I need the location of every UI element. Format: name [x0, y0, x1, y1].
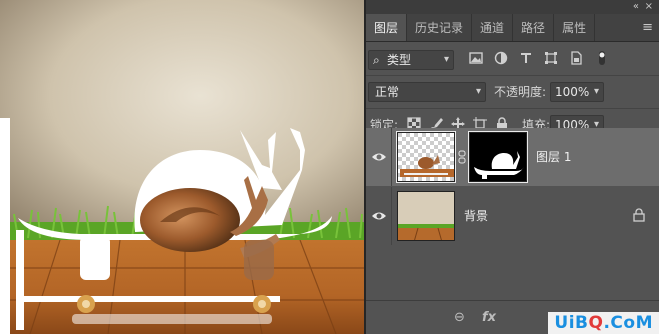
blend-mode-value: 正常 [375, 85, 400, 99]
filter-kind-select[interactable]: ⌕ 类型 ▾ [368, 50, 454, 70]
watermark-logo: UiBQ.CoM [548, 312, 659, 334]
visibility-eye-icon[interactable] [371, 149, 387, 165]
layer-lock-icon[interactable] [633, 208, 645, 222]
opacity-value: 100% [555, 85, 590, 99]
layers-list: 图层 1 背景 [366, 128, 659, 300]
close-panel-icon[interactable]: × [645, 0, 653, 14]
opacity-label: 不透明度: [494, 85, 547, 99]
chevron-down-icon: ▾ [475, 86, 481, 97]
link-layers-icon[interactable]: ⊖ [454, 309, 465, 327]
opacity-input[interactable]: 100% ▾ [550, 82, 604, 102]
layer-name[interactable]: 图层 1 [536, 128, 571, 186]
layer-filter-row: ⌕ 类型 ▾ [366, 43, 659, 75]
tab-paths[interactable]: 路径 [513, 14, 555, 41]
layer-mask-thumbnail[interactable] [468, 131, 528, 183]
mask-link-icon[interactable] [458, 150, 466, 164]
blend-mode-select[interactable]: 正常 ▾ [368, 82, 486, 102]
shape-filter-icon[interactable] [543, 50, 559, 66]
filter-kind-value: 类型 [387, 53, 412, 67]
layer-row-layer-1[interactable]: 图层 1 [366, 128, 659, 186]
chevron-down-icon: ▾ [443, 54, 449, 65]
tab-layers[interactable]: 图层 [366, 14, 408, 41]
adjustment-filter-icon[interactable] [493, 50, 509, 66]
search-icon: ⌕ [373, 53, 380, 67]
visibility-eye-icon[interactable] [371, 208, 387, 224]
layers-panel: « × 图层 历史记录 通道 路径 属性 ≡ ⌕ 类型 ▾ 正常 ▾ 不透明度:… [366, 0, 659, 334]
document-canvas[interactable] [0, 0, 364, 334]
panel-menu-icon[interactable]: ≡ [642, 14, 653, 42]
tab-history[interactable]: 历史记录 [407, 14, 473, 41]
panel-tabs: 图层 历史记录 通道 路径 属性 ≡ [366, 14, 659, 42]
watermark-accent: Q [588, 313, 604, 333]
separator [391, 187, 392, 245]
layer-thumbnail[interactable] [396, 131, 456, 183]
layer-thumbnail[interactable] [397, 191, 455, 241]
layer-row-background[interactable]: 背景 [366, 187, 659, 245]
panel-header-strip: « × [366, 0, 659, 14]
image-filter-icon[interactable] [468, 50, 484, 66]
smart-object-filter-icon[interactable] [568, 50, 584, 66]
blend-row: 正常 ▾ 不透明度: 100% ▾ [366, 76, 659, 108]
tab-properties[interactable]: 属性 [554, 14, 596, 41]
type-filter-icon[interactable] [518, 50, 534, 66]
collapse-panel-icon[interactable]: « [633, 0, 639, 14]
separator [391, 128, 392, 186]
chevron-down-icon[interactable]: ▾ [594, 83, 599, 101]
add-layer-style-button[interactable]: fx [482, 309, 496, 327]
tab-channels[interactable]: 通道 [472, 14, 514, 41]
layers-panel-footer: ⊖ fx UiBQ.CoM [366, 300, 659, 334]
layer-name[interactable]: 背景 [464, 187, 488, 245]
canvas-artwork [0, 0, 364, 334]
filter-toggle-icon[interactable] [594, 50, 610, 66]
